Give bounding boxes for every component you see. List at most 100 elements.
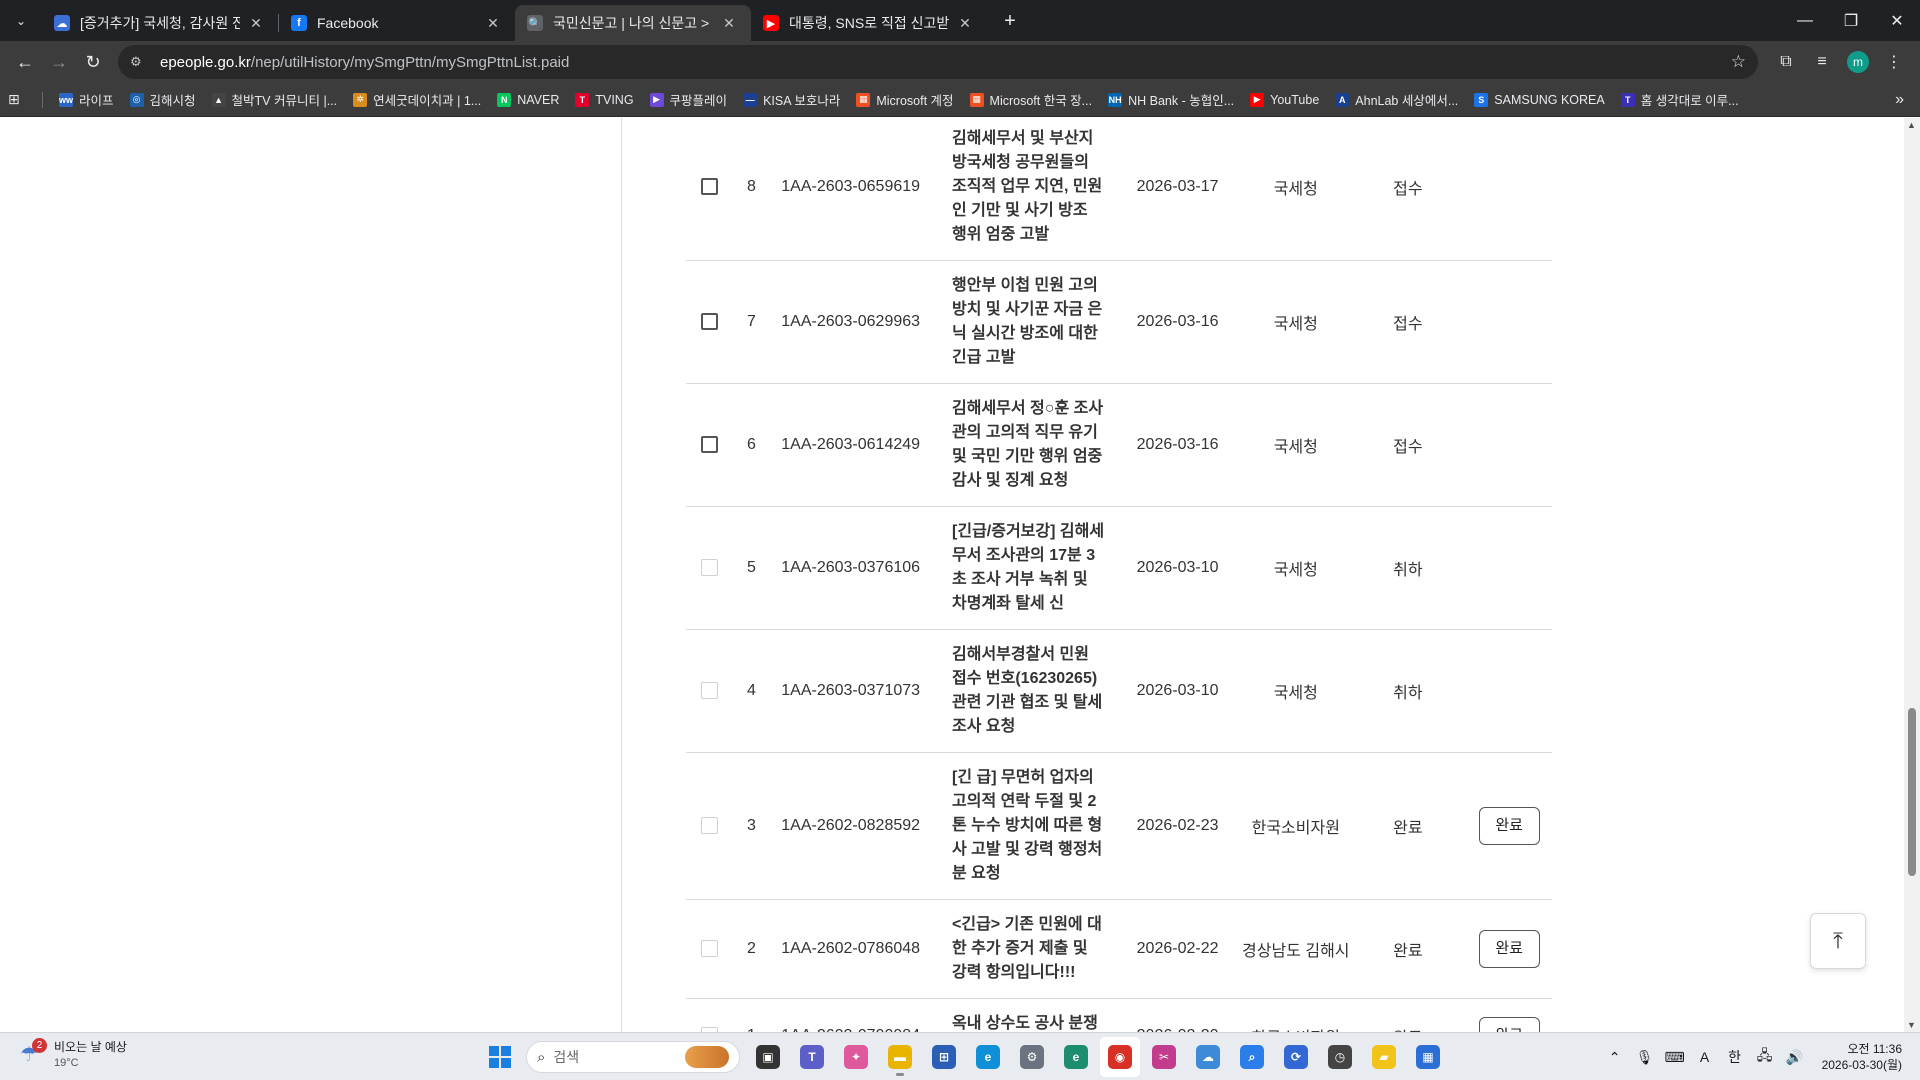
microphone-icon[interactable]: 🎙 bbox=[1630, 1042, 1660, 1072]
bookmarks-bar: ⊞ ww 라이프 ◎ 김해시청 ▲ 철박TV 커뮤니티 |... ✲ 연세굿데이치과 | 1.… bbox=[0, 83, 1920, 117]
application-number[interactable]: 1AA-2602-0700984 bbox=[769, 998, 945, 1032]
taskbar-app-sync-app[interactable]: ⟳ bbox=[1276, 1037, 1316, 1077]
complaint-title-link[interactable]: 김해세무서 및 부산지방국세청 공무원들의 조직적 업무 지연, 민원인 기만 … bbox=[944, 118, 1114, 261]
close-window-button[interactable]: ✕ bbox=[1874, 0, 1920, 41]
application-date: 2026-02-22 bbox=[1113, 899, 1243, 999]
browser-menu-button[interactable]: ⋮ bbox=[1876, 44, 1912, 80]
complaint-title-link[interactable]: [긴 급] 무면허 업자의 고의적 연락 두절 및 2톤 누수 방치에 따른 형… bbox=[944, 752, 1114, 900]
close-tab-icon[interactable]: ✕ bbox=[719, 13, 739, 33]
completed-view-button[interactable]: 완료 bbox=[1478, 1017, 1540, 1032]
complaint-title-link[interactable]: 행안부 이첩 민원 고의 방치 및 사기꾼 자금 은닉 실시간 방조에 대한 긴… bbox=[944, 260, 1114, 384]
taskbar-app-snipping-tool[interactable]: ✂ bbox=[1144, 1037, 1184, 1077]
profile-button[interactable]: m bbox=[1840, 44, 1876, 80]
browser-tab[interactable]: ▶ 대통령, SNS로 직접 신고받겠다 ✕ bbox=[751, 5, 987, 41]
taskbar-app-edge-dev[interactable]: e bbox=[1056, 1037, 1096, 1077]
reload-button[interactable]: ↻ bbox=[76, 45, 110, 79]
close-tab-icon[interactable]: ✕ bbox=[483, 13, 503, 33]
taskbar-app-edge[interactable]: e bbox=[968, 1037, 1008, 1077]
address-bar[interactable]: ⚙ epeople.go.kr/nep/utilHistory/mySmgPtt… bbox=[118, 45, 1758, 79]
bookmark-item[interactable]: ◎ 김해시청 bbox=[122, 86, 204, 114]
extensions-button[interactable]: ⧉ bbox=[1768, 44, 1804, 80]
back-button[interactable]: ← bbox=[8, 45, 42, 79]
row-checkbox[interactable] bbox=[701, 178, 719, 196]
close-tab-icon[interactable]: ✕ bbox=[955, 13, 975, 33]
start-button[interactable] bbox=[480, 1037, 520, 1077]
taskbar-app-store[interactable]: ⊞ bbox=[924, 1037, 964, 1077]
scrollbar-thumb[interactable] bbox=[1908, 708, 1916, 876]
bookmark-item[interactable]: — KISA 보호나라 bbox=[735, 86, 848, 114]
weather-widget[interactable]: ☂ 2 비오는 날 예상 19°C bbox=[20, 1038, 127, 1071]
taskbar-app-teams[interactable]: T bbox=[792, 1037, 832, 1077]
scroll-up-arrow-icon[interactable]: ▲ bbox=[1907, 120, 1916, 130]
taskbar-app-search-app[interactable]: ⌕ bbox=[1232, 1037, 1272, 1077]
more-bookmarks-icon[interactable]: » bbox=[1895, 91, 1912, 109]
taskbar-search-box[interactable]: ⌕ 검색 bbox=[526, 1041, 740, 1073]
bookmark-favicon-icon: ww bbox=[59, 92, 74, 107]
browser-tab[interactable]: ☁ [증거추가] 국세청, 감사원 전산 ✕ bbox=[42, 5, 278, 41]
completed-view-button[interactable]: 완료 bbox=[1478, 930, 1540, 968]
taskbar-app-sticky-notes[interactable]: ▰ bbox=[1364, 1037, 1404, 1077]
taskbar-app-settings[interactable]: ⚙ bbox=[1012, 1037, 1052, 1077]
row-checkbox[interactable] bbox=[701, 436, 719, 454]
volume-icon[interactable]: 🔊 bbox=[1780, 1042, 1810, 1072]
bookmark-item[interactable]: ▦ Microsoft 계정 bbox=[848, 86, 961, 114]
system-clock[interactable]: 오전 11:36 2026-03-30(월) bbox=[1822, 1041, 1910, 1073]
bookmark-item[interactable]: NH NH Bank - 농협인... bbox=[1100, 86, 1242, 114]
application-number[interactable]: 1AA-2603-0629963 bbox=[769, 260, 945, 384]
browser-tab[interactable]: 🔍 국민신문고 | 나의 신문고 > 민 ✕ bbox=[515, 5, 751, 41]
application-number[interactable]: 1AA-2602-0786048 bbox=[769, 899, 945, 999]
bookmark-item[interactable]: ▲ 철박TV 커뮤니티 |... bbox=[204, 86, 346, 114]
new-tab-button[interactable]: + bbox=[995, 6, 1025, 36]
application-number[interactable]: 1AA-2603-0614249 bbox=[769, 383, 945, 507]
browser-tab[interactable]: f Facebook ✕ bbox=[279, 5, 515, 41]
complaint-title-link[interactable]: 옥내 상수도 공사 분쟁 사안 bbox=[944, 998, 1114, 1032]
complaint-title-link[interactable]: 김해세무서 정○훈 조사관의 고의적 직무 유기 및 국민 기만 행위 엄중 감… bbox=[944, 383, 1114, 507]
bookmark-item[interactable]: ▶ 쿠팡플레이 bbox=[642, 86, 736, 114]
media-control-button[interactable]: ≡ bbox=[1804, 44, 1840, 80]
application-number[interactable]: 1AA-2603-0376106 bbox=[769, 506, 945, 630]
keyboard-icon[interactable]: ⌨ bbox=[1660, 1042, 1690, 1072]
apps-grid-icon[interactable]: ⊞ bbox=[8, 91, 32, 108]
page-scrollbar[interactable]: ▲ ▼ bbox=[1904, 118, 1920, 1032]
bookmark-star-icon[interactable]: ☆ bbox=[1731, 52, 1746, 72]
bookmark-item[interactable]: T 홈 생각대로 이루... bbox=[1613, 86, 1747, 114]
application-number[interactable]: 1AA-2603-0371073 bbox=[769, 629, 945, 753]
bookmark-item[interactable]: ▦ Microsoft 한국 장... bbox=[962, 86, 1101, 114]
tab-title: [증거추가] 국세청, 감사원 전산 bbox=[80, 15, 240, 31]
ime-language-indicator[interactable]: 한 bbox=[1720, 1042, 1750, 1072]
site-info-icon[interactable]: ⚙ bbox=[130, 54, 152, 70]
completed-view-button[interactable]: 완료 bbox=[1478, 807, 1540, 845]
taskbar-app-weather-app[interactable]: ☁ bbox=[1188, 1037, 1228, 1077]
bookmark-item[interactable]: A AhnLab 세상에서... bbox=[1327, 86, 1466, 114]
row-checkbox[interactable] bbox=[701, 313, 719, 331]
chevron-up-icon[interactable]: ⌃ bbox=[1600, 1042, 1630, 1072]
scroll-down-arrow-icon[interactable]: ▼ bbox=[1907, 1020, 1916, 1030]
restore-button[interactable]: ❐ bbox=[1828, 0, 1874, 41]
taskbar-app-task-view[interactable]: ▣ bbox=[748, 1037, 788, 1077]
bookmark-item[interactable]: T TVING bbox=[567, 86, 641, 114]
taskbar-app-file-explorer[interactable]: ▬ bbox=[880, 1037, 920, 1077]
application-number[interactable]: 1AA-2603-0659619 bbox=[769, 118, 945, 261]
taskbar-app-chrome[interactable]: ◉ bbox=[1100, 1037, 1140, 1077]
taskbar-app-clock-app[interactable]: ◷ bbox=[1320, 1037, 1360, 1077]
tab-search-button[interactable]: ⌄ bbox=[6, 6, 36, 36]
bookmark-item[interactable]: S SAMSUNG KOREA bbox=[1466, 86, 1612, 114]
bookmark-item[interactable]: ww 라이프 bbox=[51, 86, 122, 114]
network-icon[interactable]: 🖧 bbox=[1750, 1042, 1780, 1072]
search-app-icon: ⌕ bbox=[1240, 1045, 1264, 1069]
close-tab-icon[interactable]: ✕ bbox=[246, 13, 266, 33]
complaint-title-link[interactable]: <긴급> 기존 민원에 대한 추가 증거 제출 및 강력 항의입니다!!! bbox=[944, 899, 1114, 999]
complaint-title-link[interactable]: 김해서부경찰서 민원 접수 번호(16230265) 관련 기관 협조 및 탈세… bbox=[944, 629, 1114, 753]
forward-button[interactable]: → bbox=[42, 45, 76, 79]
taskbar-app-calendar-app[interactable]: ▦ bbox=[1408, 1037, 1448, 1077]
puzzle-icon: ⧉ bbox=[1780, 53, 1792, 70]
application-number[interactable]: 1AA-2602-0828592 bbox=[769, 752, 945, 900]
minimize-button[interactable]: — bbox=[1782, 0, 1828, 41]
scroll-to-top-button[interactable]: ⤒ bbox=[1810, 913, 1866, 969]
complaint-title-link[interactable]: [긴급/증거보강] 김해세무서 조사관의 17분 3초 조사 거부 녹취 및 차… bbox=[944, 506, 1114, 630]
bookmark-item[interactable]: N NAVER bbox=[489, 86, 567, 114]
bookmark-item[interactable]: ✲ 연세굿데이치과 | 1... bbox=[345, 86, 489, 114]
bookmark-item[interactable]: ▶ YouTube bbox=[1242, 86, 1327, 114]
ime-mode-indicator[interactable]: A bbox=[1690, 1042, 1720, 1072]
taskbar-app-copilot[interactable]: ✦ bbox=[836, 1037, 876, 1077]
